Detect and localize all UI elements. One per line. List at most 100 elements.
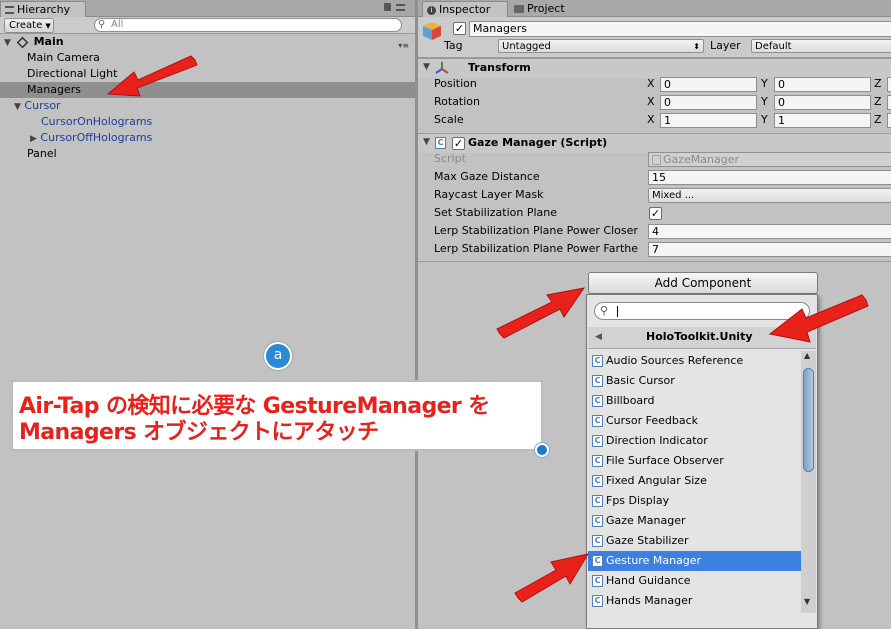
hierarchy-toolbar: Create ▼ ⚲ All <box>0 17 415 34</box>
script-field: GazeManager <box>648 152 891 167</box>
tab-project[interactable]: Project <box>510 1 590 17</box>
component-list-item[interactable]: C Gaze Stabilizer <box>588 531 801 551</box>
tab-inspector[interactable]: i Inspector <box>422 1 508 17</box>
annotation-line-1: Air-Tap の検知に必要な GestureManager を <box>19 394 490 419</box>
back-arrow-icon[interactable]: ◀ <box>595 332 602 342</box>
component-list-item[interactable]: C Direction Indicator <box>588 431 801 451</box>
hierarchy-item-cursor-off-holograms[interactable]: ▶ CursorOffHolograms <box>0 130 415 146</box>
component-list-item[interactable]: C Basic Cursor <box>588 371 801 391</box>
lerp-farther-field[interactable]: 7 <box>648 242 891 257</box>
scroll-up-icon[interactable]: ▲ <box>804 351 810 360</box>
script-icon: C <box>592 355 603 367</box>
annotation-badge-label: a <box>273 347 283 363</box>
annotation-handle[interactable] <box>535 443 549 457</box>
tab-hierarchy[interactable]: Hierarchy <box>0 1 86 17</box>
component-list-item-label: Hand Guidance <box>606 574 691 587</box>
component-list-item[interactable]: C Cursor Feedback <box>588 411 801 431</box>
hierarchy-item-cursor[interactable]: ▼ Cursor <box>0 98 415 114</box>
expand-arrow-icon: ▼ <box>4 38 11 48</box>
layer-label: Layer <box>710 39 741 52</box>
scene-row[interactable]: ▼ Main ▾≡ <box>0 34 415 50</box>
z-axis-label[interactable]: Z <box>874 93 882 111</box>
hierarchy-item-main-camera[interactable]: Main Camera <box>0 50 415 66</box>
component-list-item[interactable]: C Hands Manager <box>588 591 801 611</box>
script-label: Script <box>434 152 466 165</box>
position-x-field[interactable]: 0 <box>660 77 757 92</box>
add-component-button[interactable]: Add Component <box>588 272 818 294</box>
scale-x-field[interactable]: 1 <box>660 113 757 128</box>
script-icon: C <box>592 435 603 447</box>
raycast-layer-mask-dropdown[interactable]: Mixed ... <box>648 188 891 203</box>
rotation-y-field[interactable]: 0 <box>774 95 871 110</box>
max-gaze-distance-field[interactable]: 15 <box>648 170 891 185</box>
scrollbar-thumb[interactable] <box>803 368 814 472</box>
tab-inspector-label: Inspector <box>439 3 491 16</box>
component-list-item[interactable]: C Audio Sources Reference <box>588 351 801 371</box>
hierarchy-panel: Hierarchy Create ▼ ⚲ All ▼ Main ▾≡ Main … <box>0 0 415 629</box>
component-list-item-label: Basic Cursor <box>606 374 675 387</box>
script-icon: C <box>592 415 603 427</box>
component-list-item[interactable]: C Fps Display <box>588 491 801 511</box>
tag-label: Tag <box>444 39 463 52</box>
gaze-manager-enabled-checkbox[interactable]: ✓ <box>452 137 465 150</box>
component-list-item[interactable]: C Hand Guidance <box>588 571 801 591</box>
script-icon: C <box>592 575 603 587</box>
object-name-value: Managers <box>473 22 527 35</box>
x-axis-label[interactable]: X <box>647 111 655 129</box>
hierarchy-item-label: CursorOffHolograms <box>40 131 153 144</box>
set-stabilization-plane-checkbox[interactable]: ✓ <box>649 207 662 220</box>
x-axis-label[interactable]: X <box>647 75 655 93</box>
lock-icon[interactable] <box>384 3 391 11</box>
scroll-down-icon[interactable]: ▼ <box>804 597 810 606</box>
arrow-to-gesture-manager <box>514 553 590 603</box>
x-axis-label[interactable]: X <box>647 93 655 111</box>
hierarchy-item-directional-light[interactable]: Directional Light <box>0 66 415 82</box>
object-name-field[interactable]: Managers <box>469 21 891 37</box>
raycast-layer-mask-label: Raycast Layer Mask <box>434 188 544 201</box>
unity-editor: Hierarchy Create ▼ ⚲ All ▼ Main ▾≡ Main … <box>0 0 891 629</box>
arrow-to-managers <box>106 55 198 97</box>
unity-scene-icon <box>16 36 29 48</box>
y-axis-label[interactable]: Y <box>761 75 768 93</box>
panel-menu-icon[interactable] <box>396 4 405 11</box>
hierarchy-item-panel[interactable]: Panel <box>0 146 415 162</box>
position-y-field[interactable]: 0 <box>774 77 871 92</box>
y-axis-label[interactable]: Y <box>761 93 768 111</box>
hierarchy-item-label: Panel <box>27 147 57 160</box>
expand-arrow-icon: ▼ <box>423 62 430 72</box>
z-axis-label[interactable]: Z <box>874 111 882 129</box>
hierarchy-search-input[interactable]: ⚲ All <box>94 18 402 32</box>
script-icon: C <box>592 535 603 547</box>
tab-hierarchy-label: Hierarchy <box>17 3 71 16</box>
scale-z-field[interactable]: 1 <box>887 113 891 128</box>
hierarchy-item-cursor-on-holograms[interactable]: CursorOnHolograms <box>0 114 415 130</box>
lerp-closer-field[interactable]: 4 <box>648 224 891 239</box>
tab-project-label: Project <box>527 2 565 15</box>
hierarchy-list-icon <box>5 6 14 14</box>
search-icon: ⚲ <box>98 19 106 30</box>
create-button[interactable]: Create ▼ <box>4 18 54 33</box>
rotation-x-field[interactable]: 0 <box>660 95 757 110</box>
gaze-manager-header[interactable]: ▼ C ✓ Gaze Manager (Script) <box>418 133 891 153</box>
script-icon: C <box>592 375 603 387</box>
script-icon: C <box>592 595 603 607</box>
info-icon: i <box>427 5 436 15</box>
active-checkbox[interactable]: ✓ <box>453 22 466 35</box>
component-list-item[interactable]: C Gaze Manager <box>588 511 801 531</box>
popup-scrollbar[interactable]: ▲ ▼ <box>801 351 816 613</box>
scale-y-field[interactable]: 1 <box>774 113 871 128</box>
hierarchy-item-managers[interactable]: Managers <box>0 82 415 98</box>
layer-dropdown[interactable]: Default <box>751 39 891 53</box>
component-list-item[interactable]: C Billboard <box>588 391 801 411</box>
script-icon: C <box>592 455 603 467</box>
position-z-field[interactable]: 0 <box>887 77 891 92</box>
component-list-item[interactable]: C File Surface Observer <box>588 451 801 471</box>
component-list-item[interactable]: C Fixed Angular Size <box>588 471 801 491</box>
rotation-y-value: 0 <box>778 96 785 109</box>
rotation-z-field[interactable]: 0 <box>887 95 891 110</box>
tag-dropdown[interactable]: Untagged ⬍ <box>498 39 704 53</box>
z-axis-label[interactable]: Z <box>874 75 882 93</box>
component-list-item-label: Gaze Manager <box>606 514 686 527</box>
component-list-item[interactable]: C Gesture Manager <box>588 551 801 571</box>
y-axis-label[interactable]: Y <box>761 111 768 129</box>
